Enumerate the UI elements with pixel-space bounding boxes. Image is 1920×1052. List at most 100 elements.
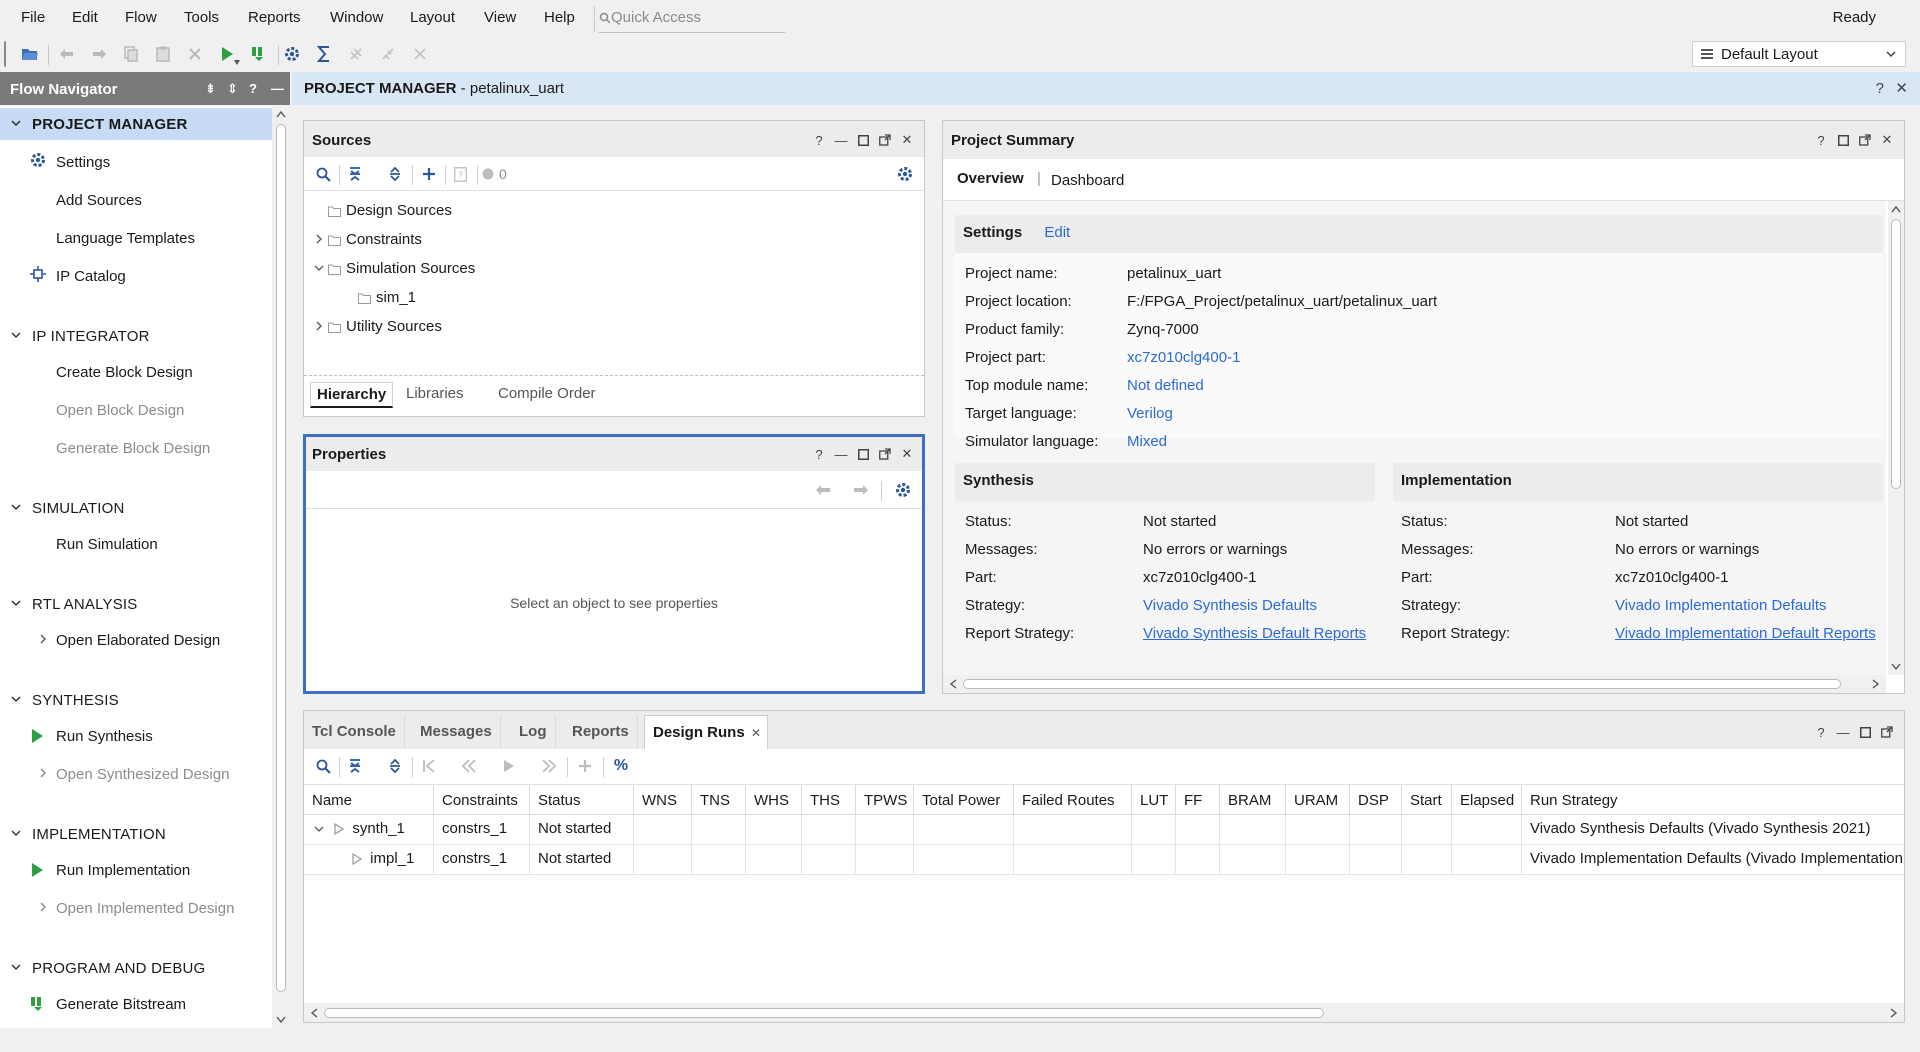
nav-item-open-block-design[interactable]: Open Block Design [56,402,184,419]
collapse-all-icon[interactable] [346,165,364,183]
scrollbar-thumb[interactable] [963,679,1841,689]
tree-item-sim-1[interactable]: sim_1 [358,289,416,306]
nav-section-synthesis[interactable]: SYNTHESIS [0,684,272,716]
col-lut[interactable]: LUT [1132,785,1176,815]
help-icon[interactable]: ? [1876,80,1884,97]
menu-reports[interactable]: Reports [248,9,301,26]
debug-disabled-icon[interactable] [346,44,366,64]
expand-all-icon[interactable]: ⇕ [227,81,238,97]
col-constraints[interactable]: Constraints [434,785,530,815]
back-arrow-icon[interactable] [814,481,832,499]
previous-icon[interactable] [460,757,478,775]
add-icon[interactable] [420,165,438,183]
project-part-link[interactable]: xc7z010clg400-1 [1127,349,1240,366]
target-language-link[interactable]: Verilog [1127,405,1173,422]
chevron-right-icon[interactable] [38,902,48,912]
gear-icon[interactable] [896,165,914,183]
help-icon[interactable]: ? [812,447,826,462]
col-name[interactable]: Name [304,785,434,815]
next-icon[interactable] [540,757,558,775]
tab-design-runs[interactable]: Design Runs ✕ [644,715,768,749]
close-icon[interactable]: ✕ [900,132,914,147]
runs-hscrollbar[interactable] [304,1003,1904,1022]
unknown-file-icon[interactable]: ? [451,165,469,183]
paste-icon[interactable] [153,44,173,64]
settings-gear-icon[interactable] [282,44,302,64]
nav-item-generate-block-design[interactable]: Generate Block Design [56,440,210,457]
tab-compile-order[interactable]: Compile Order [492,382,602,405]
nav-item-create-block-design[interactable]: Create Block Design [56,364,193,381]
close-icon[interactable]: ✕ [1895,79,1908,97]
expand-all-icon[interactable] [386,165,404,183]
maximize-icon[interactable] [1836,133,1850,147]
unsaved-count[interactable]: 0 [482,165,518,183]
maximize-icon[interactable] [856,133,870,147]
synth-report-strategy-link[interactable]: Vivado Synthesis Default Reports [1143,625,1366,642]
search-icon[interactable] [314,757,332,775]
nav-item-open-synthesized-design[interactable]: Open Synthesized Design [56,766,229,783]
flow-navigator-scrollbar[interactable] [272,106,290,1028]
launch-run-icon[interactable] [500,757,518,775]
gear-icon[interactable] [894,481,912,499]
tree-item-utility-sources[interactable]: Utility Sources [314,318,442,335]
nav-item-run-synthesis[interactable]: Run Synthesis [56,728,153,745]
nav-section-project-manager[interactable]: PROJECT MANAGER [0,108,272,140]
nav-item-language-templates[interactable]: Language Templates [56,230,195,247]
col-status[interactable]: Status [530,785,634,815]
help-icon[interactable]: ? [1814,725,1828,740]
float-icon[interactable] [1858,133,1872,147]
help-icon[interactable]: ? [1814,133,1828,148]
chevron-right-icon[interactable] [314,234,324,244]
search-icon[interactable] [314,165,332,183]
col-tns[interactable]: TNS [692,785,746,815]
collapse-all-icon[interactable] [346,757,364,775]
nav-item-open-elaborated-design[interactable]: Open Elaborated Design [56,632,220,649]
col-total-power[interactable]: Total Power [914,785,1014,815]
program-bitstream-icon[interactable] [249,44,269,64]
help-icon[interactable]: ? [249,81,257,96]
menu-edit[interactable]: Edit [72,9,98,26]
chevron-down-icon[interactable] [314,263,324,273]
redo-icon[interactable] [89,44,109,64]
close-icon[interactable]: ✕ [751,726,761,740]
layout-select[interactable]: Default Layout [1692,41,1906,67]
chevron-right-icon[interactable] [38,768,48,778]
tree-item-simulation-sources[interactable]: Simulation Sources [314,260,475,277]
tab-reports[interactable]: Reports [564,715,638,749]
nav-section-implementation[interactable]: IMPLEMENTATION [0,818,272,850]
col-bram[interactable]: BRAM [1220,785,1286,815]
quick-access-input[interactable]: Quick Access [599,6,785,33]
table-row[interactable]: synth_1 constrs_1 Not started Vivado Syn… [304,815,1904,845]
maximize-icon[interactable] [1858,725,1872,739]
nav-section-rtl-analysis[interactable]: RTL ANALYSIS [0,588,272,620]
col-uram[interactable]: URAM [1286,785,1350,815]
minimize-icon[interactable]: — [1836,725,1850,740]
nav-item-run-implementation[interactable]: Run Implementation [56,862,190,879]
col-whs[interactable]: WHS [746,785,802,815]
clear-debug-disabled-icon[interactable] [410,44,430,64]
col-failed-routes[interactable]: Failed Routes [1014,785,1132,815]
edit-settings-link[interactable]: Edit [1044,224,1070,241]
menu-window[interactable]: Window [330,9,383,26]
menu-view[interactable]: View [484,9,516,26]
synth-strategy-link[interactable]: Vivado Synthesis Defaults [1143,597,1317,614]
col-run-strategy[interactable]: Run Strategy [1522,785,1904,815]
float-icon[interactable] [1880,725,1894,739]
col-start[interactable]: Start [1402,785,1452,815]
menu-file[interactable]: File [21,9,45,26]
minimize-icon[interactable]: — [834,133,848,148]
tab-hierarchy[interactable]: Hierarchy [310,382,394,408]
run-icon[interactable] [217,44,240,65]
nav-item-run-simulation[interactable]: Run Simulation [56,536,158,553]
collapse-all-icon[interactable]: ⇟ [205,81,216,97]
top-module-link[interactable]: Not defined [1127,377,1204,394]
forward-arrow-icon[interactable] [852,481,870,499]
chevron-right-icon[interactable] [314,321,324,331]
menu-flow[interactable]: Flow [125,9,157,26]
add-icon[interactable] [576,757,594,775]
summary-hscrollbar[interactable] [943,675,1886,693]
nav-item-open-implemented-design[interactable]: Open Implemented Design [56,900,234,917]
percent-icon[interactable]: % [612,757,630,775]
report-sigma-icon[interactable] [314,44,334,64]
col-tpws[interactable]: TPWS [856,785,914,815]
